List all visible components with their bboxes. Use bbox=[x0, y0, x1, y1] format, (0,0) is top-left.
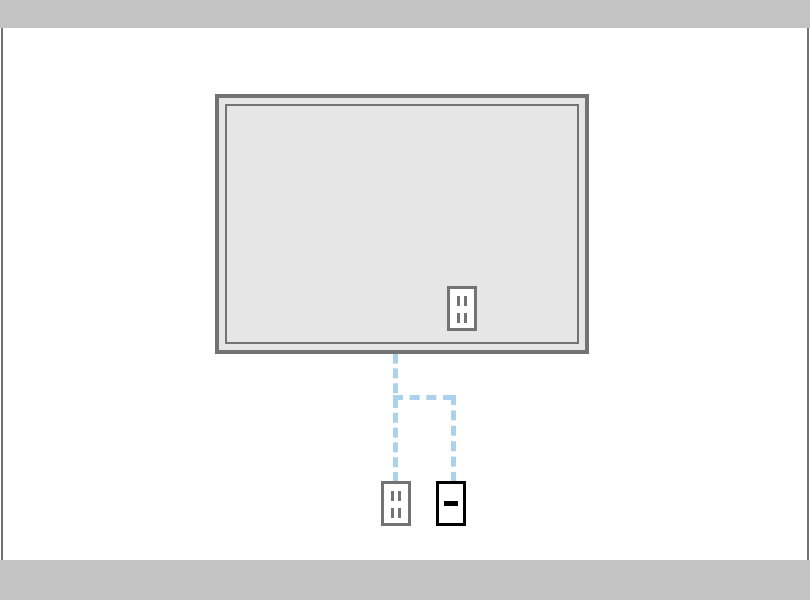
receptacle-icon bbox=[388, 506, 404, 519]
background-bottom-band bbox=[0, 560, 810, 600]
receptacle-icon bbox=[454, 311, 470, 324]
tv-screen bbox=[225, 104, 579, 344]
outlet-behind-tv bbox=[447, 286, 477, 331]
wall-area bbox=[1, 28, 809, 560]
wiring-diagram bbox=[0, 0, 810, 600]
receptacle-icon bbox=[454, 294, 470, 307]
receptacle-icon bbox=[388, 489, 404, 502]
wall-coax-plate bbox=[436, 481, 466, 526]
wire-coax-vertical bbox=[451, 395, 456, 482]
wall-power-outlet bbox=[381, 481, 411, 526]
wire-bridge-horizontal bbox=[393, 395, 453, 400]
background-top-band bbox=[0, 0, 810, 28]
